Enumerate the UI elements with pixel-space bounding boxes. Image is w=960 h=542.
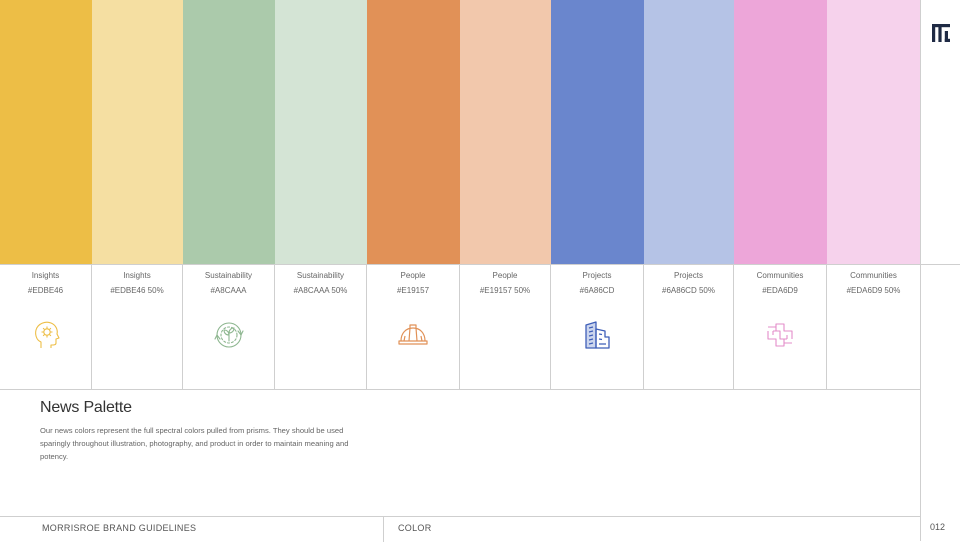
swatch-insights-50: [92, 0, 183, 264]
color-info-insights-50: Insights #EDBE46 50%: [92, 265, 183, 389]
swatch-people: [367, 0, 460, 264]
color-info-communities-50: Communities #EDA6D9 50%: [827, 265, 920, 389]
color-name: People: [400, 271, 426, 280]
color-hex: #A8CAAA 50%: [293, 286, 348, 295]
color-info-communities: Communities #EDA6D9: [734, 265, 827, 389]
footer-divider: [383, 517, 384, 542]
color-info-people-50: People #E19157 50%: [460, 265, 551, 389]
swatch-projects-50: [644, 0, 734, 264]
color-hex: #EDBE46: [27, 286, 64, 295]
swatch-row: [0, 0, 920, 264]
color-name: Communities: [850, 271, 897, 280]
footer-brand: MORRISROE BRAND GUIDELINES: [42, 523, 197, 533]
color-info-projects: Projects #6A86CD: [551, 265, 644, 389]
swatch-sustainability: [183, 0, 275, 264]
swatch-people-50: [460, 0, 551, 264]
color-info-sustainability: Sustainability #A8CAAA: [183, 265, 275, 389]
swatch-projects: [551, 0, 644, 264]
color-hex: #E19157: [396, 286, 430, 295]
color-name: Projects: [674, 271, 703, 280]
footer-section-label: COLOR: [398, 523, 432, 533]
swatch-communities: [734, 0, 827, 264]
recycle-circle-icon: [213, 322, 244, 348]
right-margin-column: [920, 0, 960, 541]
color-hex: #6A86CD: [579, 286, 615, 295]
swatch-communities-50: [827, 0, 920, 264]
footer: MORRISROE BRAND GUIDELINES COLOR: [0, 516, 920, 542]
section-description: Our news colors represent the full spect…: [40, 426, 349, 462]
morrisroe-logo-icon: [932, 24, 950, 42]
color-name: Communities: [756, 271, 804, 280]
color-info-people: People #E19157: [367, 265, 460, 389]
color-info-sustainability-50: Sustainability #A8CAAA 50%: [275, 265, 367, 389]
color-name: Insights: [123, 271, 151, 280]
color-name: Insights: [31, 271, 60, 280]
color-hex: #EDBE46 50%: [110, 286, 164, 295]
color-hex: #6A86CD 50%: [662, 286, 715, 295]
color-name: Projects: [582, 271, 612, 280]
color-name: Sustainability: [296, 271, 345, 280]
color-hex: #E19157 50%: [479, 286, 531, 295]
divider: [921, 264, 960, 265]
color-hex: #A8CAAA: [210, 286, 247, 295]
color-name: Sustainability: [204, 271, 253, 280]
color-info-insights: Insights #EDBE46: [0, 265, 92, 389]
building-icon: [585, 321, 610, 349]
head-gear-icon: [34, 321, 60, 348]
joined-hands-icon: [767, 323, 793, 347]
color-hex: #EDA6D9 50%: [846, 286, 901, 295]
color-info-projects-50: Projects #6A86CD 50%: [644, 265, 734, 389]
page-number: 012: [930, 522, 946, 532]
color-info-row: Insights #EDBE46 Insights #EDBE46 50% Su…: [0, 264, 920, 390]
section-title: News Palette: [40, 399, 132, 416]
swatch-sustainability-50: [275, 0, 367, 264]
hard-hat-icon: [398, 324, 428, 345]
color-hex: #EDA6D9: [762, 286, 798, 295]
color-name: People: [492, 271, 518, 280]
swatch-insights: [0, 0, 92, 264]
